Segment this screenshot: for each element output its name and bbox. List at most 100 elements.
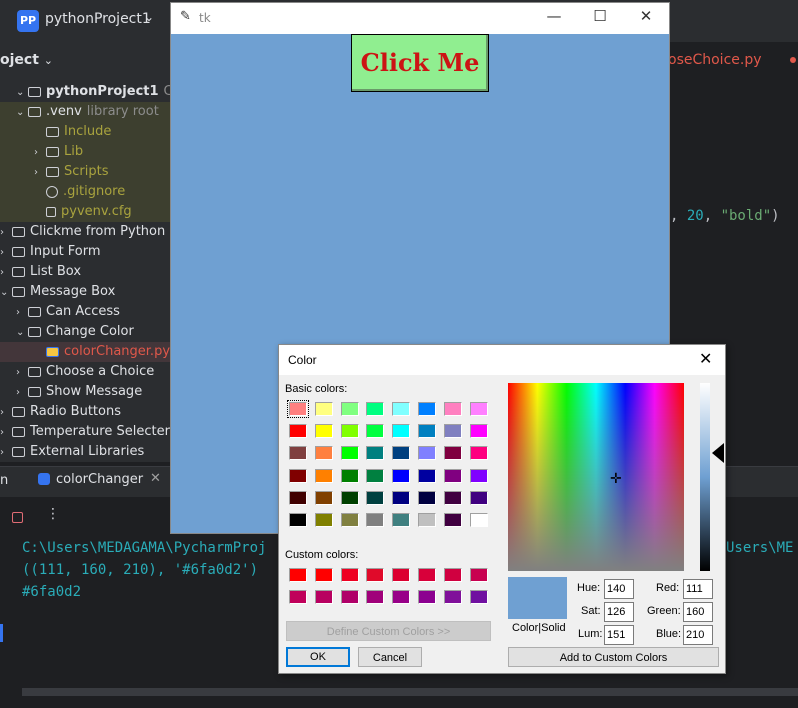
custom-color-swatch[interactable] [443, 568, 462, 582]
tree-item[interactable]: ⌄pythonProject1C:\Users [0, 82, 218, 102]
basic-color-swatch[interactable] [469, 513, 488, 527]
custom-color-swatch[interactable] [366, 590, 385, 604]
custom-color-swatch[interactable] [469, 568, 488, 582]
custom-color-swatch[interactable] [340, 590, 359, 604]
basic-color-swatch[interactable] [366, 513, 385, 527]
basic-color-swatch[interactable] [443, 490, 462, 505]
chevron-down-icon[interactable]: ⌄ [16, 103, 28, 123]
custom-color-swatch[interactable] [366, 568, 385, 582]
custom-color-swatch[interactable] [314, 590, 333, 604]
run-tab-colorchanger[interactable]: colorChanger [56, 472, 143, 487]
editor-tab[interactable]: oseChoice.py [668, 52, 762, 68]
tree-item[interactable]: ⌄ Change Color [0, 322, 170, 342]
color-spectrum[interactable] [508, 383, 684, 571]
tree-item[interactable]: Include [0, 122, 170, 142]
blue-field[interactable]: 210 [683, 625, 713, 645]
luminosity-slider[interactable] [700, 383, 710, 571]
basic-color-swatch[interactable] [314, 424, 333, 439]
stop-icon[interactable] [12, 512, 23, 523]
basic-color-swatch[interactable] [340, 513, 359, 527]
more-options-icon[interactable]: ⋮ [46, 506, 60, 522]
project-panel-header[interactable]: oject ⌄ [0, 52, 53, 68]
basic-color-swatch[interactable] [469, 490, 488, 505]
sat-field[interactable]: 126 [604, 602, 634, 622]
custom-color-swatch[interactable] [289, 568, 307, 582]
close-icon[interactable]: ✕ [631, 7, 661, 25]
basic-color-swatch[interactable] [314, 513, 333, 527]
close-icon[interactable]: ✕ [150, 471, 161, 486]
luminosity-arrow-icon[interactable] [712, 443, 724, 463]
basic-color-swatch[interactable] [443, 468, 462, 483]
basic-color-swatch[interactable] [366, 468, 385, 483]
red-field[interactable]: 111 [683, 579, 713, 599]
hue-field[interactable]: 140 [604, 579, 634, 599]
tree-item[interactable]: › Lib [0, 142, 170, 162]
basic-color-swatch[interactable] [366, 424, 385, 439]
basic-color-swatch[interactable] [418, 490, 436, 505]
chevron-down-icon[interactable]: ⌄ [16, 323, 28, 343]
tree-item[interactable]: colorChanger.py [0, 342, 170, 362]
tree-item[interactable]: › Choose a Choice [0, 362, 170, 382]
basic-color-swatch[interactable] [418, 513, 436, 527]
chevron-right-icon[interactable]: › [0, 423, 12, 443]
custom-color-swatch[interactable] [418, 590, 436, 604]
chevron-down-icon[interactable]: ⌄ [0, 283, 12, 303]
basic-color-swatch[interactable] [340, 402, 359, 416]
basic-color-swatch[interactable] [314, 468, 333, 483]
basic-color-swatch[interactable] [418, 446, 436, 461]
maximize-icon[interactable]: ☐ [585, 7, 615, 25]
custom-color-swatch[interactable] [418, 568, 436, 582]
tree-item[interactable]: › Temperature Selecter [0, 422, 170, 442]
basic-color-swatch[interactable] [469, 402, 488, 416]
basic-color-swatch[interactable] [314, 490, 333, 505]
basic-color-swatch[interactable] [418, 468, 436, 483]
define-custom-colors-button[interactable]: Define Custom Colors >> [286, 621, 491, 641]
basic-color-swatch[interactable] [340, 490, 359, 505]
custom-color-swatch[interactable] [469, 590, 488, 604]
basic-color-swatch[interactable] [392, 468, 411, 483]
tree-item[interactable]: › Radio Buttons [0, 402, 170, 422]
tree-item[interactable]: ⌄ .venv library root [0, 102, 170, 122]
close-icon[interactable]: ✕ [699, 349, 712, 369]
chevron-right-icon[interactable]: › [0, 223, 12, 243]
basic-color-swatch[interactable] [340, 424, 359, 439]
tree-item[interactable]: pyvenv.cfg [0, 202, 170, 222]
tree-item[interactable]: .gitignore [0, 182, 170, 202]
basic-color-swatch[interactable] [392, 402, 411, 416]
click-me-button[interactable]: Click Me [351, 34, 489, 92]
lum-field[interactable]: 151 [604, 625, 634, 645]
basic-color-swatch[interactable] [392, 424, 411, 439]
basic-color-swatch[interactable] [340, 468, 359, 483]
cancel-button[interactable]: Cancel [358, 647, 422, 667]
project-name[interactable]: pythonProject1 [45, 11, 151, 27]
custom-color-swatch[interactable] [289, 590, 307, 604]
chevron-right-icon[interactable]: › [16, 363, 28, 383]
code-line[interactable]: , 20, "bold") [670, 208, 780, 224]
basic-color-swatch[interactable] [289, 446, 307, 461]
chevron-right-icon[interactable]: › [0, 243, 12, 263]
basic-color-swatch[interactable] [469, 468, 488, 483]
basic-color-swatch[interactable] [392, 513, 411, 527]
tree-item[interactable]: › Can Access [0, 302, 170, 322]
basic-color-swatch[interactable] [418, 402, 436, 416]
chevron-right-icon[interactable]: › [0, 443, 12, 463]
basic-color-swatch[interactable] [366, 446, 385, 461]
chevron-right-icon[interactable]: › [16, 303, 28, 323]
chevron-right-icon[interactable]: › [34, 143, 46, 163]
basic-color-swatch[interactable] [289, 490, 307, 505]
basic-color-swatch[interactable] [314, 446, 333, 461]
tree-item[interactable]: › Show Message [0, 382, 170, 402]
basic-color-swatch[interactable] [340, 446, 359, 461]
chevron-right-icon[interactable]: › [0, 263, 12, 283]
chevron-right-icon[interactable]: › [0, 403, 12, 423]
custom-color-swatch[interactable] [392, 590, 411, 604]
custom-color-swatch[interactable] [314, 568, 333, 582]
basic-color-swatch[interactable] [314, 402, 333, 416]
add-to-custom-colors-button[interactable]: Add to Custom Colors [508, 647, 719, 667]
basic-color-swatch[interactable] [287, 400, 309, 418]
tree-item[interactable]: ⌄ Message Box [0, 282, 170, 302]
tree-item[interactable]: › External Libraries [0, 442, 170, 462]
basic-color-swatch[interactable] [289, 468, 307, 483]
green-field[interactable]: 160 [683, 602, 713, 622]
basic-color-swatch[interactable] [443, 446, 462, 461]
